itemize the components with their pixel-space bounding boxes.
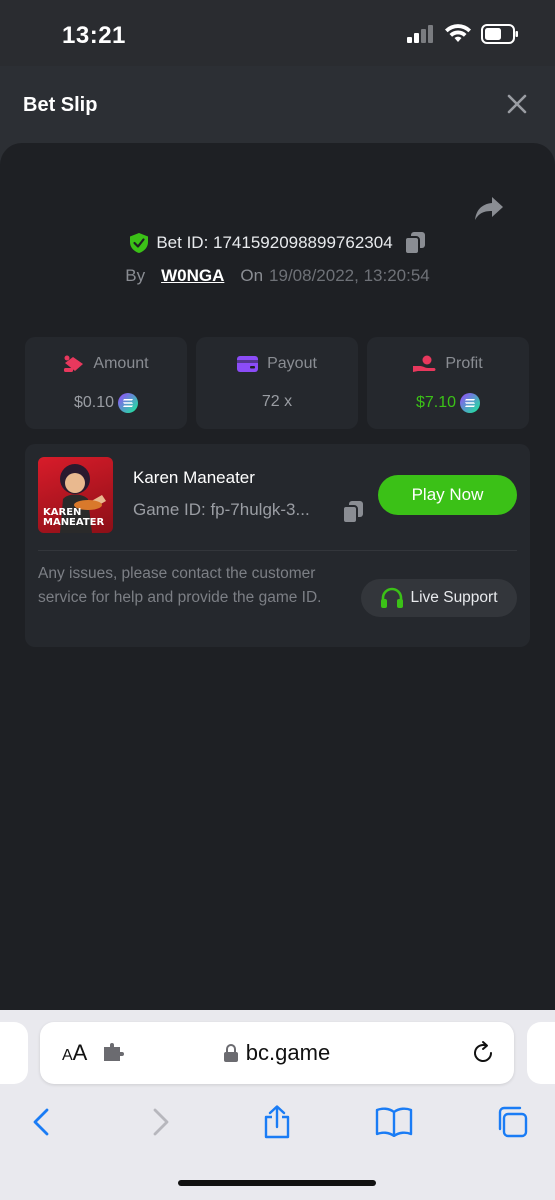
close-icon[interactable]	[505, 92, 529, 116]
game-thumbnail[interactable]: KAREN MANEATER	[38, 457, 113, 533]
address-bar[interactable]: AA bc.game	[40, 1022, 514, 1084]
play-now-button[interactable]: Play Now	[378, 475, 517, 515]
back-button[interactable]	[21, 1102, 61, 1142]
bet-slip-header: Bet Slip	[0, 66, 555, 144]
live-support-button[interactable]: Live Support	[361, 579, 517, 617]
game-id: Game ID: fp-7hulgk-3...	[133, 500, 310, 519]
payout-card: Payout 72 x	[196, 337, 358, 429]
profit-card: Profit $7.10	[367, 337, 529, 429]
bookmarks-button[interactable]	[374, 1102, 414, 1142]
home-indicator	[178, 1180, 376, 1186]
book-icon	[375, 1107, 413, 1137]
status-time: 13:21	[62, 22, 126, 49]
bet-amount-icon	[64, 355, 84, 372]
chevron-left-icon	[33, 1108, 49, 1136]
game-name: Karen Maneater	[133, 468, 255, 487]
payout-label: Payout	[267, 355, 317, 372]
amount-label: Amount	[93, 355, 149, 372]
previous-tab-edge[interactable]	[0, 1022, 28, 1084]
reload-icon[interactable]	[470, 1040, 496, 1066]
copy-icon[interactable]	[404, 232, 425, 254]
browser-toolbar: AA bc.game	[0, 1010, 555, 1200]
wifi-icon	[445, 24, 471, 42]
game-card: KAREN MANEATER Karen Maneater Game ID: f…	[25, 444, 530, 647]
amount-label-row: Amount	[25, 355, 187, 373]
sol-coin-icon	[460, 393, 481, 413]
sol-coin-icon	[118, 393, 139, 413]
bet-id: Bet ID: 1741592098899762304	[156, 233, 393, 252]
battery-icon	[481, 24, 518, 44]
chevron-right-icon	[153, 1108, 169, 1136]
tabs-button[interactable]	[492, 1102, 532, 1142]
amount-value-row: $0.10	[25, 393, 187, 413]
profit-value-row: $7.10	[367, 393, 529, 413]
bet-meta-row: By W0NGA On 19/08/2022, 13:20:54	[0, 266, 555, 286]
by-label: By	[125, 266, 146, 285]
profit-label: Profit	[445, 355, 483, 372]
share-up-icon	[264, 1105, 290, 1139]
share-icon[interactable]	[474, 194, 504, 222]
next-tab-edge[interactable]	[527, 1022, 555, 1084]
url-text: bc.game	[245, 1040, 331, 1065]
shield-check-icon	[130, 233, 149, 253]
amount-card: Amount $0.10	[25, 337, 187, 429]
copy-game-id-icon[interactable]	[343, 501, 363, 523]
wallet-icon	[237, 356, 259, 372]
amount-value: $0.10	[73, 394, 115, 411]
thumb-title-2: MANEATER	[43, 517, 105, 528]
bet-date: 19/08/2022, 13:20:54	[269, 266, 430, 285]
bet-id-row: Bet ID: 1741592098899762304	[0, 232, 555, 254]
forward-button[interactable]	[141, 1102, 181, 1142]
headset-icon	[381, 587, 404, 608]
share-button[interactable]	[257, 1102, 297, 1142]
status-icons	[407, 24, 519, 44]
signal-icon	[407, 25, 433, 43]
tabs-icon	[498, 1106, 528, 1138]
profit-label-row: Profit	[367, 355, 529, 373]
on-label: On	[240, 266, 264, 285]
url-display[interactable]: bc.game	[40, 1040, 514, 1066]
payout-value-row: 72 x	[196, 393, 358, 411]
profit-value: $7.10	[415, 394, 457, 411]
lock-icon	[223, 1044, 238, 1062]
payout-value: 72 x	[261, 393, 293, 410]
live-support-label: Live Support	[410, 589, 498, 606]
page-title: Bet Slip	[23, 94, 98, 116]
profit-hand-icon	[413, 355, 436, 372]
divider	[38, 550, 517, 551]
support-note: Any issues, please contact the customer …	[38, 565, 322, 606]
status-bar: 13:21	[0, 0, 555, 66]
payout-label-row: Payout	[196, 355, 358, 373]
username-link[interactable]: W0NGA	[161, 266, 224, 286]
